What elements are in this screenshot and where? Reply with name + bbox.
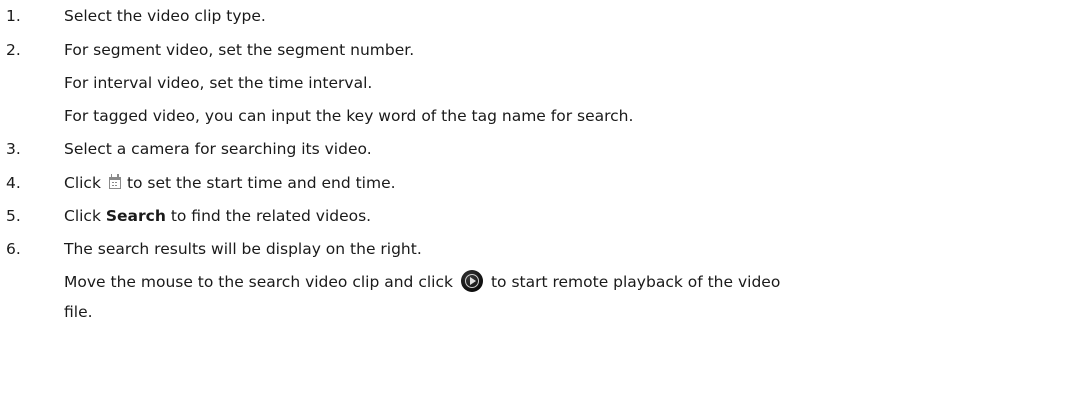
step-text: file. bbox=[64, 303, 93, 321]
play-icon bbox=[460, 270, 483, 292]
step-text-after: to find the related videos. bbox=[165, 207, 372, 225]
step-text: For segment video, set the segment numbe… bbox=[64, 41, 415, 59]
step-number: 1. bbox=[6, 7, 21, 25]
step-text-after: to start remote playback of the video bbox=[490, 273, 781, 291]
step-number: 3. bbox=[6, 140, 21, 158]
step-text: Select a camera for searching its video. bbox=[64, 140, 372, 158]
step-text: Click to set the start time and end time. bbox=[64, 171, 396, 195]
step-text-after: to set the start time and end time. bbox=[126, 174, 396, 192]
search-button-label: Search bbox=[105, 207, 166, 225]
step-number: 5. bbox=[6, 207, 21, 225]
step-text: The search results will be display on th… bbox=[64, 240, 422, 258]
step-text-before: Click bbox=[64, 207, 106, 225]
calendar-icon bbox=[108, 174, 121, 189]
step-number: 4. bbox=[6, 174, 21, 192]
step-text-before: Click bbox=[64, 174, 101, 192]
step-number: 2. bbox=[6, 41, 21, 59]
step-text: Select the video clip type. bbox=[64, 7, 266, 25]
step-text-before: Move the mouse to the search video clip … bbox=[64, 273, 453, 291]
step-text: Move the mouse to the search video clip … bbox=[64, 270, 780, 294]
step-text: For tagged video, you can input the key … bbox=[64, 107, 634, 125]
step-text: Click Search to find the related videos. bbox=[64, 204, 371, 228]
step-text: For interval video, set the time interva… bbox=[64, 74, 373, 92]
step-number: 6. bbox=[6, 240, 21, 258]
instruction-list: 1. Select the video clip type. 2. For se… bbox=[0, 0, 1068, 407]
